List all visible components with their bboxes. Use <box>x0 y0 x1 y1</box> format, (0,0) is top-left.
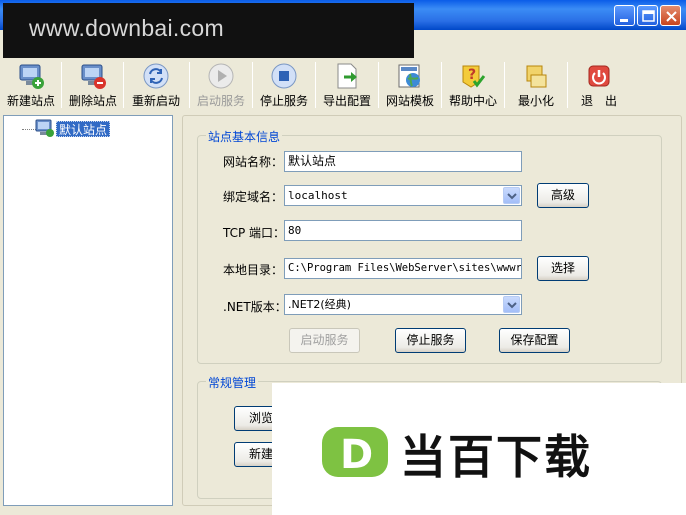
new-site-button[interactable]: 新建站点 <box>3 58 59 113</box>
stop-service-action-button[interactable]: 停止服务 <box>395 328 466 353</box>
start-icon <box>208 63 234 89</box>
svg-text:D: D <box>340 432 373 478</box>
site-name-field[interactable]: 默认站点 <box>284 151 522 172</box>
stop-icon <box>271 63 297 89</box>
domain-label: 绑定域名： <box>223 190 284 204</box>
start-service-button[interactable]: 启动服务 <box>193 58 249 113</box>
downbai-logo: D <box>322 427 388 478</box>
domain-value: localhost <box>288 189 348 202</box>
watermark-logo-area: D 当百下载 <box>272 383 686 515</box>
new-site-icon <box>19 64 44 89</box>
domain-select[interactable]: localhost <box>284 185 522 206</box>
delete-site-label: 删除站点 <box>68 94 117 108</box>
site-template-label: 网站模板 <box>385 94 434 108</box>
minimize-icon <box>526 65 547 88</box>
site-tree: 默认站点 <box>3 115 173 506</box>
new-site-label: 新建站点 <box>6 94 55 108</box>
save-config-button[interactable]: 保存配置 <box>499 328 570 353</box>
chevron-down-icon[interactable] <box>503 296 520 313</box>
restart-label: 重新启动 <box>131 94 180 108</box>
stop-service-label: 停止服务 <box>259 94 308 108</box>
browse-dir-button[interactable]: 选择 <box>537 256 589 281</box>
exit-icon <box>588 65 610 87</box>
export-icon <box>337 63 357 89</box>
chevron-down-icon[interactable] <box>503 187 520 204</box>
minimize-label: 最小化 <box>517 94 554 108</box>
minimize-window-button[interactable] <box>614 5 635 26</box>
restart-button[interactable]: 重新启动 <box>127 58 185 113</box>
tree-connector-line <box>22 129 36 130</box>
port-field[interactable]: 80 <box>284 220 522 241</box>
close-window-button[interactable] <box>660 5 681 26</box>
watermark-brand-text: 当百下载 <box>400 430 592 484</box>
tree-node-default-site[interactable]: 默认站点 <box>56 121 111 137</box>
site-info-group: 站点基本信息 网站名称： 默认站点 绑定域名： localhost 高级 TCP… <box>197 128 662 364</box>
general-legend: 常规管理 <box>206 374 259 391</box>
net-version-value: .NET2(经典) <box>288 298 351 311</box>
local-dir-field[interactable]: C:\Program Files\WebServer\sites\wwwroot <box>284 258 522 279</box>
watermark-url: www.downbai.com <box>29 15 224 41</box>
help-icon: ? <box>462 65 486 88</box>
start-service-label: 启动服务 <box>196 94 245 108</box>
export-config-label: 导出配置 <box>322 94 371 108</box>
site-node-icon <box>35 119 54 137</box>
template-icon <box>398 64 420 88</box>
advanced-button[interactable]: 高级 <box>537 183 589 208</box>
help-center-button[interactable]: ? 帮助中心 <box>445 58 501 113</box>
exit-button[interactable]: 退 出 <box>571 58 627 113</box>
start-service-action-button[interactable]: 启动服务 <box>289 328 360 353</box>
watermark-banner: www.downbai.com <box>3 3 414 58</box>
exit-label: 退 出 <box>580 94 617 108</box>
toolbar: 新建站点 删除站点 重新启动 启动服务 停止服务 导出配置 网站模板 ? 帮助中… <box>3 58 683 113</box>
stop-service-button[interactable]: 停止服务 <box>256 58 312 113</box>
local-dir-label: 本地目录： <box>223 263 284 277</box>
help-center-label: 帮助中心 <box>448 94 497 108</box>
site-name-label: 网站名称： <box>223 155 284 169</box>
maximize-window-button[interactable] <box>637 5 658 26</box>
delete-site-button[interactable]: 删除站点 <box>65 58 121 113</box>
site-template-button[interactable]: 网站模板 <box>382 58 438 113</box>
export-config-button[interactable]: 导出配置 <box>319 58 375 113</box>
net-version-select[interactable]: .NET2(经典) <box>284 294 522 315</box>
port-label: TCP 端口： <box>223 226 286 240</box>
site-info-legend: 站点基本信息 <box>206 128 283 145</box>
delete-site-icon <box>81 64 106 89</box>
net-version-label: .NET版本： <box>223 300 287 314</box>
minimize-button[interactable]: 最小化 <box>508 58 564 113</box>
restart-icon <box>143 63 169 89</box>
